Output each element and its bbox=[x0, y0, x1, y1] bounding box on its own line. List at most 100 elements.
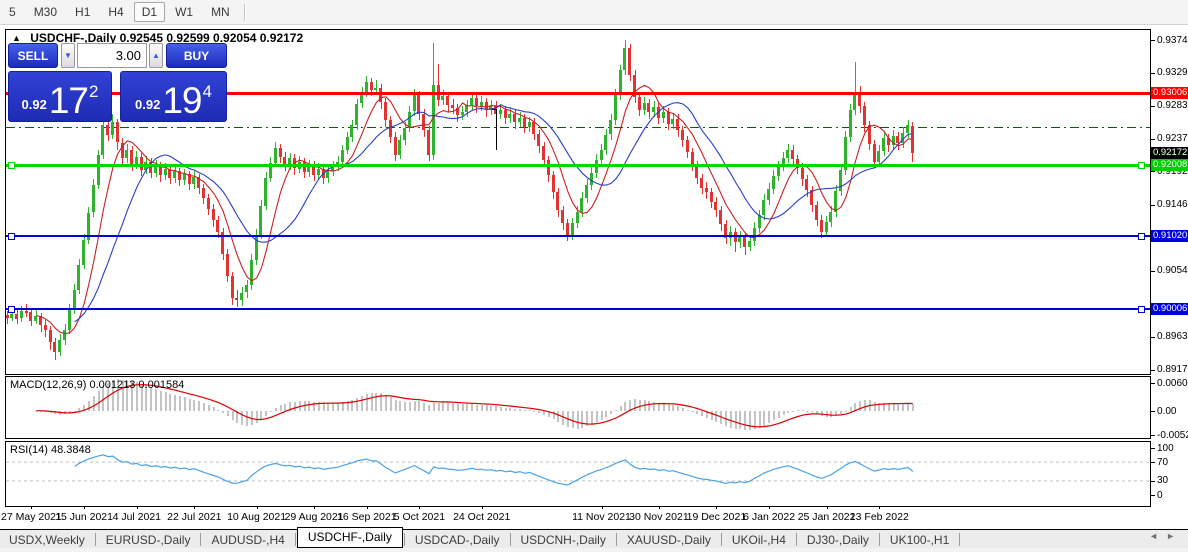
buy-button[interactable]: BUY bbox=[166, 43, 227, 68]
timeframe-button-h4[interactable]: H4 bbox=[100, 2, 131, 22]
sell-price-big: 17 bbox=[48, 80, 89, 121]
chart-tab-uk100[interactable]: UK100-,H1 bbox=[881, 531, 958, 549]
rsi-label: RSI(14) 48.3848 bbox=[10, 444, 91, 456]
price-badge: 0.91020 bbox=[1151, 230, 1188, 243]
timeframe-toolbar: 5 M30 H1 H4 D1 W1 MN bbox=[0, 0, 1188, 25]
macd-tick-label: 0.00 bbox=[1157, 405, 1177, 417]
price-badge: 0.90006 bbox=[1151, 303, 1188, 316]
rsi-pane[interactable]: RSI(14) 48.3848 bbox=[5, 441, 1151, 507]
support-line-blue-2-handle[interactable] bbox=[8, 306, 15, 314]
tab-separator bbox=[403, 533, 405, 546]
buy-price-small: 0.92 bbox=[135, 97, 161, 112]
tabs-scroll-right-icon[interactable]: ► bbox=[1166, 531, 1183, 541]
sell-button[interactable]: SELL bbox=[8, 43, 58, 68]
timeframe-button-5[interactable]: 5 bbox=[1, 2, 24, 22]
window-bottom-strip bbox=[0, 548, 1188, 552]
indicator-curve bbox=[6, 454, 1150, 486]
volume-up-button[interactable]: ▲ bbox=[149, 43, 163, 68]
rsi-tick-label: 100 bbox=[1157, 442, 1174, 454]
support-line-blue-1-handle[interactable] bbox=[1138, 233, 1145, 241]
rsi-tick bbox=[1151, 480, 1155, 482]
date-label: 13 Feb 2022 bbox=[849, 511, 909, 523]
price-tick-label: 0.93740 bbox=[1157, 34, 1188, 46]
price-tick bbox=[1151, 336, 1155, 338]
price-tick bbox=[1151, 270, 1155, 272]
macd-tick bbox=[1151, 383, 1155, 384]
macd-tick bbox=[1151, 435, 1155, 437]
support-line-green-handle[interactable] bbox=[1138, 162, 1145, 169]
support-line-green-handle[interactable] bbox=[8, 162, 15, 169]
rsi-tick bbox=[1151, 495, 1155, 496]
date-label: 30 Nov 2021 bbox=[629, 511, 689, 523]
macd-pane[interactable]: MACD(12,26,9) 0.001213 0.001584 bbox=[5, 376, 1151, 439]
chart-tabs-bar: USDX,Weekly EURUSD-,Daily AUDUSD-,H4 USDCHF… bbox=[0, 527, 1188, 549]
price-tick bbox=[1151, 72, 1155, 74]
volume-down-button[interactable]: ▼ bbox=[61, 43, 75, 68]
support-line-blue-2[interactable] bbox=[6, 308, 1150, 311]
macd-tick-label: -0.00522 bbox=[1157, 429, 1188, 441]
timeframe-button-mn[interactable]: MN bbox=[203, 2, 238, 22]
price-badge: 0.93006 bbox=[1151, 87, 1188, 99]
macd-tick-label: 0.006038 bbox=[1157, 377, 1188, 389]
rsi-tick-label: 30 bbox=[1157, 475, 1169, 487]
tab-separator bbox=[878, 533, 880, 546]
date-label: 15 Jun 2021 bbox=[55, 511, 113, 523]
timeframe-button-w1[interactable]: W1 bbox=[167, 2, 201, 22]
rsi-tick-label: 70 bbox=[1157, 456, 1169, 468]
tabs-scroll-arrows: ◄► bbox=[1149, 531, 1183, 541]
date-label: 25 Jan 2022 bbox=[797, 511, 856, 523]
timeframe-button-m30[interactable]: M30 bbox=[26, 2, 65, 22]
rsi-tick bbox=[1151, 448, 1155, 449]
date-label: 5 Oct 2021 bbox=[393, 511, 446, 523]
chart-tab-usdx[interactable]: USDX,Weekly bbox=[0, 531, 94, 549]
toolbar-separator bbox=[243, 3, 246, 21]
support-line-blue-1[interactable] bbox=[6, 235, 1150, 238]
price-tick bbox=[1151, 105, 1155, 107]
chart-tab-eurusd[interactable]: EURUSD-,Daily bbox=[97, 531, 200, 549]
buy-price[interactable]: 0.92 19 4 bbox=[120, 71, 227, 122]
date-label: 24 Oct 2021 bbox=[453, 511, 511, 523]
macd-label: MACD(12,26,9) 0.001213 0.001584 bbox=[10, 379, 185, 391]
title-marker-icon: ▲ bbox=[12, 33, 21, 43]
chart-tab-usdcnh[interactable]: USDCNH-,Daily bbox=[512, 531, 615, 549]
timeframe-button-h1[interactable]: H1 bbox=[67, 2, 98, 22]
chart-tab-ukoil[interactable]: UKOil-,H4 bbox=[723, 531, 795, 549]
price-tick-label: 0.91920 bbox=[1157, 165, 1188, 177]
price-tick bbox=[1151, 138, 1155, 140]
tab-separator bbox=[615, 533, 617, 546]
tab-separator bbox=[795, 533, 797, 546]
date-label: 4 Jul 2021 bbox=[112, 511, 162, 523]
chart-tab-dj30[interactable]: DJ30-,Daily bbox=[798, 531, 878, 549]
price-badge: 0.92172 bbox=[1151, 147, 1188, 160]
tab-separator bbox=[509, 533, 511, 546]
date-label: 19 Dec 2021 bbox=[686, 511, 747, 523]
date-label: 16 Sep 2021 bbox=[337, 511, 397, 523]
date-label: 11 Nov 2021 bbox=[572, 511, 631, 523]
chart-tab-audusd[interactable]: AUDUSD-,H4 bbox=[202, 531, 293, 549]
buy-price-sup: 4 bbox=[202, 82, 212, 101]
sell-price-small: 0.92 bbox=[21, 97, 47, 112]
date-label: 10 Aug 2021 bbox=[227, 511, 287, 523]
tab-separator bbox=[959, 533, 961, 546]
chart-tab-xauusd[interactable]: XAUUSD-,Daily bbox=[618, 531, 720, 549]
buy-price-big: 19 bbox=[162, 80, 202, 121]
tab-separator bbox=[200, 533, 202, 546]
timeframe-button-d1[interactable]: D1 bbox=[133, 2, 166, 22]
price-tick-label: 0.89630 bbox=[1157, 331, 1188, 343]
price-tick-label: 0.91460 bbox=[1157, 199, 1188, 210]
tabs-scroll-left-icon[interactable]: ◄ bbox=[1149, 531, 1166, 541]
support-line-green[interactable] bbox=[6, 163, 1150, 167]
chart-tab-usdchf[interactable]: USDCHF-,Daily bbox=[296, 527, 403, 548]
price-tick bbox=[1151, 369, 1155, 371]
macd-tick bbox=[1151, 411, 1155, 412]
date-label: 27 May 2021 bbox=[1, 511, 62, 523]
sell-price[interactable]: 0.92 17 2 bbox=[8, 71, 112, 122]
volume-input[interactable]: 3.00 bbox=[77, 43, 147, 68]
price-tick-label: 0.90540 bbox=[1157, 265, 1188, 277]
one-click-trading-panel: SELL ▼ 3.00 ▲ BUY 0.92 17 2 0.92 19 4 bbox=[8, 43, 227, 122]
chart-tab-usdcad[interactable]: USDCAD-,Daily bbox=[406, 531, 509, 549]
support-line-blue-1-handle[interactable] bbox=[8, 233, 15, 241]
support-line-blue-2-handle[interactable] bbox=[1138, 306, 1145, 314]
price-badge: 0.92008 bbox=[1151, 159, 1188, 171]
price-tick-label: 0.92370 bbox=[1157, 133, 1188, 145]
